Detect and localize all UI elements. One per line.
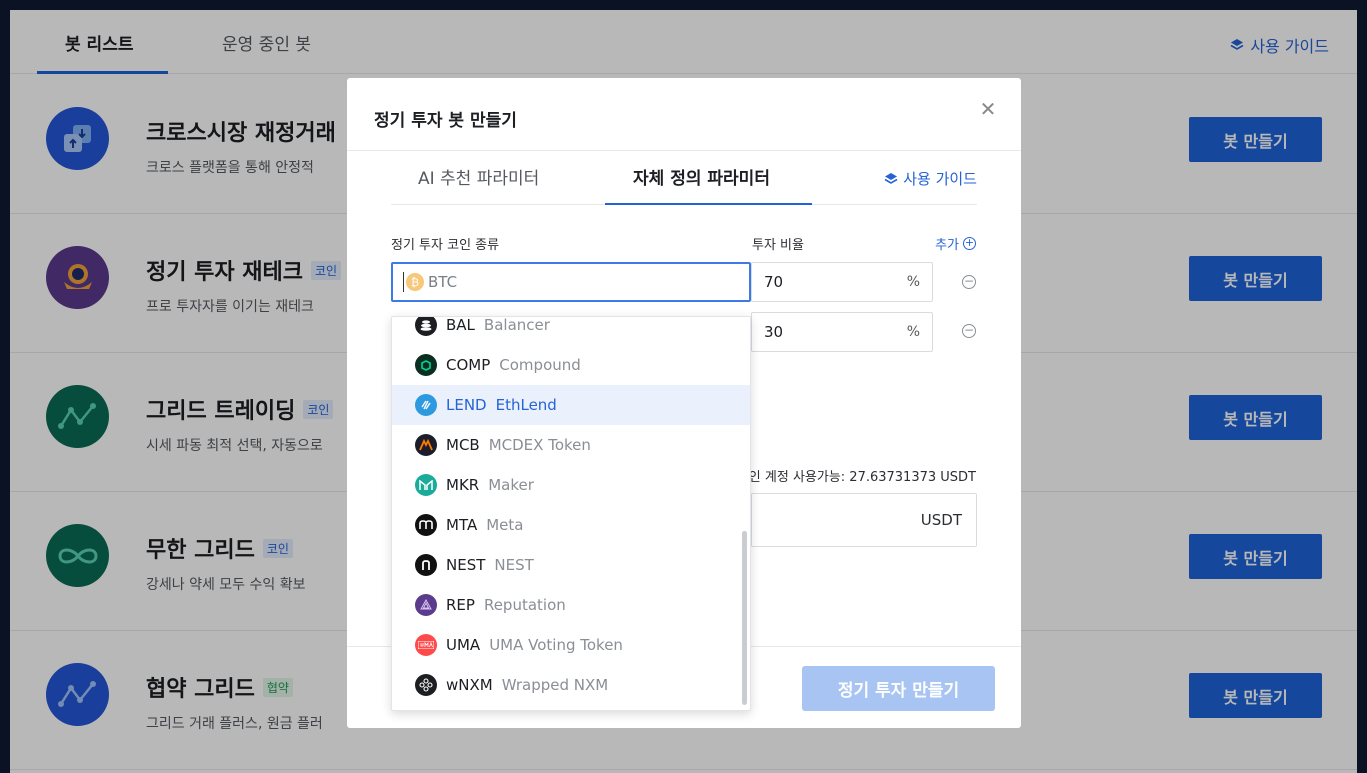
coin-name: EthLend	[495, 396, 557, 414]
balancer-icon	[415, 317, 437, 336]
remove-row-icon[interactable]: −	[962, 324, 976, 338]
coin-name: UMA Voting Token	[489, 636, 623, 654]
coin-placeholder: BTC	[428, 273, 458, 291]
close-icon[interactable]: ✕	[979, 99, 997, 119]
coin-name: Reputation	[483, 596, 566, 614]
dropdown-item[interactable]: MKR Maker	[392, 465, 750, 505]
coin-symbol: COMP	[446, 356, 491, 374]
dropdown-item[interactable]: wNXM Wrapped NXM	[392, 665, 750, 705]
uma-icon	[415, 634, 437, 656]
dropdown-item[interactable]: UMA UMA Voting Token	[392, 625, 750, 665]
remove-row-icon[interactable]: −	[962, 275, 976, 289]
ratio-value: 70	[764, 273, 784, 291]
wnxm-icon	[415, 674, 437, 696]
tab-underline	[605, 203, 812, 205]
ratio-value: 30	[764, 323, 784, 341]
coin-symbol: REP	[446, 596, 475, 614]
dropdown-item[interactable]: COMP Compound	[392, 345, 750, 385]
coin-symbol: BAL	[446, 316, 475, 334]
coin-symbol: NEST	[446, 556, 486, 574]
coin-name: Compound	[499, 356, 581, 374]
param-tabs: AI 추천 파라미터 자체 정의 파라미터 사용 가이드	[391, 152, 977, 205]
nest-icon	[415, 554, 437, 576]
tab-custom-params[interactable]: 자체 정의 파라미터	[633, 164, 770, 189]
coin-symbol: MKR	[446, 476, 480, 494]
dropdown-item[interactable]: NEST NEST	[392, 545, 750, 585]
coin-name: Wrapped NXM	[501, 676, 609, 694]
svg-text:₿: ₿	[411, 276, 419, 289]
percent-unit: %	[906, 274, 920, 290]
create-dca-button[interactable]: 정기 투자 만들기	[802, 666, 995, 711]
dropdown-item[interactable]: LEND EthLend	[392, 385, 750, 425]
guide-label: 사용 가이드	[903, 170, 977, 188]
maker-icon	[415, 474, 437, 496]
modal-title: 정기 투자 봇 만들기	[374, 111, 517, 131]
coin-name: NEST	[494, 556, 534, 574]
coin-name: Meta	[486, 516, 524, 534]
coin-name: Balancer	[483, 316, 550, 334]
coin-symbol: UMA	[446, 636, 481, 654]
coin-select-input[interactable]: ₿ BTC	[391, 262, 751, 302]
coin-symbol: LEND	[446, 396, 487, 414]
amount-unit: USDT	[920, 511, 962, 529]
coin-symbol: wNXM	[446, 676, 493, 694]
layers-icon	[884, 172, 898, 184]
btc-icon: ₿	[406, 273, 424, 291]
dropdown-item[interactable]: REP Reputation	[392, 585, 750, 625]
available-balance: 인 계정 사용가능: 27.63731373 USDT	[748, 470, 976, 485]
coin-symbol: MTA	[446, 516, 478, 534]
augur-icon	[415, 594, 437, 616]
coin-symbol: MCB	[446, 436, 480, 454]
percent-unit: %	[906, 324, 920, 340]
coin-name: Maker	[488, 476, 534, 494]
dropdown-scrollbar[interactable]	[742, 531, 747, 705]
plus-circle-icon: +	[963, 236, 976, 250]
dropdown-item[interactable]: MTA Meta	[392, 505, 750, 545]
ethlend-icon	[415, 394, 437, 416]
coin-name: MCDEX Token	[488, 436, 591, 454]
compound-icon	[415, 354, 437, 376]
guide-link[interactable]: 사용 가이드	[884, 168, 977, 189]
dropdown-item[interactable]: BAL Balancer	[392, 316, 750, 345]
coin-dropdown: BAL Balancer COMP Compound LEND EthLend …	[391, 316, 751, 711]
ratio-input[interactable]: 70 %	[751, 262, 933, 302]
add-coin-button[interactable]: 추가 +	[935, 234, 976, 253]
coin-type-label: 정기 투자 코인 종류	[391, 238, 500, 253]
meta-icon	[415, 514, 437, 536]
divider	[347, 150, 1021, 151]
mcdex-icon	[415, 434, 437, 456]
dropdown-item[interactable]: MCB MCDEX Token	[392, 425, 750, 465]
tab-ai-params[interactable]: AI 추천 파라미터	[418, 164, 539, 189]
add-label: 추가	[935, 238, 959, 253]
amount-input[interactable]: USDT	[751, 493, 977, 547]
ratio-input[interactable]: 30 %	[751, 312, 933, 352]
text-caret	[403, 272, 404, 292]
ratio-label: 투자 비율	[752, 238, 804, 253]
